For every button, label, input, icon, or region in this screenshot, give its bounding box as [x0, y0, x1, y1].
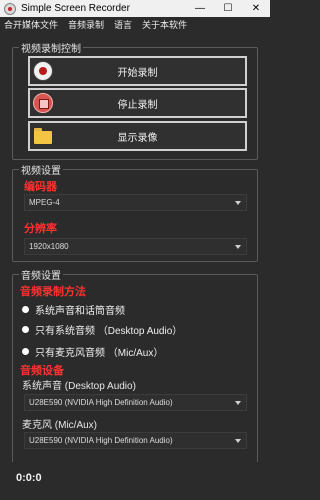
- video-record-group-title: 视频录制控制: [19, 40, 83, 55]
- radio-system-and-mic[interactable]: 系统声音和话筒音频: [22, 302, 125, 317]
- radio-system-only[interactable]: 只有系统音频 （Desktop Audio）: [22, 322, 183, 337]
- audio-device-label: 音频设备: [20, 365, 64, 377]
- close-button[interactable]: ✕: [242, 0, 270, 17]
- menu-open-media[interactable]: 合开媒体文件: [4, 18, 58, 31]
- encoder-label: 编码器: [24, 181, 57, 193]
- show-recording-label: 显示录像: [117, 132, 158, 144]
- title-bar: Simple Screen Recorder — ☐ ✕: [0, 0, 270, 17]
- chevron-down-icon: [235, 201, 241, 205]
- radio-indicator: [22, 305, 29, 313]
- radio-mic-only[interactable]: 只有麦克风音频 （Mic/Aux）: [22, 344, 164, 359]
- menu-about[interactable]: 关于本软件: [142, 18, 187, 31]
- mic-value: U28E590 (NVIDIA High Definition Audio): [29, 436, 173, 445]
- audio-method-label: 音频录制方法: [20, 286, 86, 298]
- system-sound-value: U28E590 (NVIDIA High Definition Audio): [29, 398, 173, 407]
- chevron-down-icon: [235, 439, 241, 443]
- record-timer: 0:0:0: [16, 472, 42, 484]
- system-sound-select[interactable]: U28E590 (NVIDIA High Definition Audio): [24, 394, 247, 411]
- system-sound-label: 系统声音 (Desktop Audio): [22, 381, 136, 392]
- radio-label: 系统声音和话筒音频: [35, 305, 125, 317]
- radio-label: 只有系统音频 （Desktop Audio）: [35, 325, 183, 337]
- chevron-down-icon: [235, 245, 241, 249]
- video-settings-title: 视频设置: [19, 162, 63, 177]
- audio-settings-title: 音频设置: [19, 267, 63, 282]
- show-recording-button[interactable]: 显示录像: [28, 121, 247, 151]
- stop-record-label: 停止录制: [117, 99, 158, 111]
- menu-language[interactable]: 语言: [114, 18, 132, 31]
- encoder-select[interactable]: MPEG-4: [24, 194, 247, 211]
- radio-label: 只有麦克风音频 （Mic/Aux）: [35, 347, 164, 359]
- maximize-button[interactable]: ☐: [214, 0, 242, 17]
- radio-indicator: [22, 347, 29, 355]
- resolution-label: 分辨率: [24, 223, 57, 235]
- app-record-icon: [4, 2, 16, 15]
- start-record-label: 开始录制: [117, 67, 158, 79]
- mic-select[interactable]: U28E590 (NVIDIA High Definition Audio): [24, 432, 247, 449]
- menu-bar: 合开媒体文件 音频录制 语言 关于本软件: [0, 17, 270, 32]
- mic-label: 麦克风 (Mic/Aux): [22, 420, 97, 431]
- radio-indicator: [22, 325, 29, 333]
- menu-audio-record[interactable]: 音频录制: [68, 18, 104, 31]
- start-record-button[interactable]: 开始录制: [28, 56, 247, 86]
- resolution-value: 1920x1080: [29, 242, 69, 251]
- minimize-button[interactable]: —: [186, 0, 214, 17]
- encoder-value: MPEG-4: [29, 198, 60, 207]
- resolution-select[interactable]: 1920x1080: [24, 238, 247, 255]
- stop-record-button[interactable]: 停止录制: [28, 88, 247, 118]
- chevron-down-icon: [235, 401, 241, 405]
- window-title: Simple Screen Recorder: [21, 3, 130, 14]
